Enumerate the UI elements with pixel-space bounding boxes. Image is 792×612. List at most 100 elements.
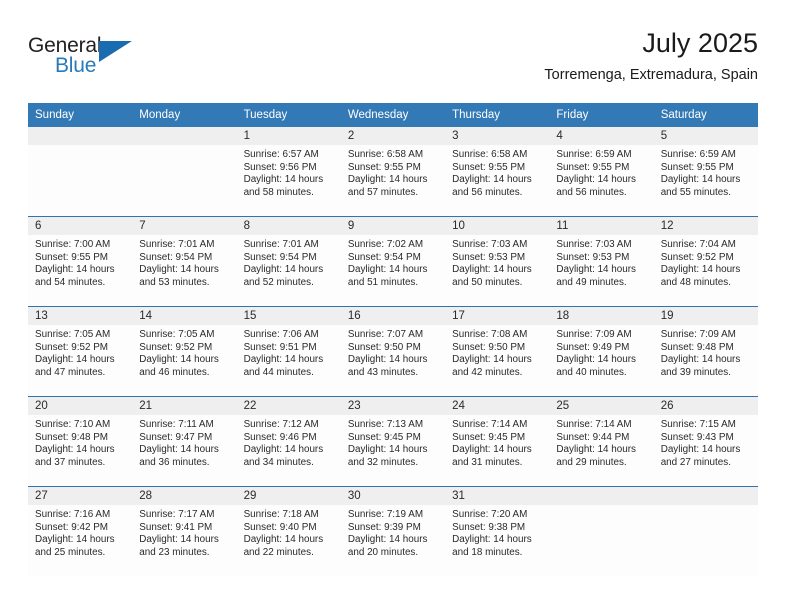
calendar-day-cell[interactable]: 11 Sunrise: 7:03 AM Sunset: 9:53 PM Dayligh… xyxy=(549,216,654,307)
day-number: 12 xyxy=(653,217,758,235)
sunset-text: Sunset: 9:55 PM xyxy=(660,161,734,173)
calendar-day-cell[interactable]: 24 Sunrise: 7:14 AM Sunset: 9:45 PM Dayligh… xyxy=(445,396,550,487)
daylight-text-line2: and 51 minutes. xyxy=(347,276,419,288)
sunrise-text: Sunrise: 7:03 AM xyxy=(556,239,632,250)
calendar-day-cell[interactable]: 22 Sunrise: 7:12 AM Sunset: 9:46 PM Dayligh… xyxy=(236,396,341,487)
day-details: Sunrise: 7:10 AM Sunset: 9:48 PM Daylight:… xyxy=(28,415,132,469)
calendar-day-cell[interactable]: 8 Sunrise: 7:01 AM Sunset: 9:54 PM Daylight… xyxy=(236,216,341,307)
calendar-day-cell[interactable]: 14 Sunrise: 7:05 AM Sunset: 9:52 PM Dayligh… xyxy=(132,306,237,397)
day-number: 29 xyxy=(236,487,341,505)
daylight-text-line2: and 49 minutes. xyxy=(556,276,627,288)
day-number: 27 xyxy=(28,487,133,505)
day-details: Sunrise: 7:05 AM Sunset: 9:52 PM Daylight:… xyxy=(132,325,236,379)
day-number: 6 xyxy=(28,217,133,235)
calendar-day-cell[interactable]: 31 Sunrise: 7:20 AM Sunset: 9:38 PM Dayligh… xyxy=(445,486,550,576)
sunrise-text: Sunrise: 7:14 AM xyxy=(452,419,528,430)
daylight-text-line1: Daylight: 14 hours xyxy=(660,174,741,186)
calendar-day-cell[interactable]: 4 Sunrise: 6:59 AM Sunset: 9:55 PM Daylight… xyxy=(549,127,654,217)
sunset-text: Sunset: 9:52 PM xyxy=(660,251,734,263)
sunset-text: Sunset: 9:52 PM xyxy=(139,341,213,353)
day-cell-inner: 1 Sunrise: 6:57 AM Sunset: 9:56 PM Daylight… xyxy=(236,127,341,216)
calendar-day-cell[interactable]: 9 Sunrise: 7:02 AM Sunset: 9:54 PM Daylight… xyxy=(340,216,446,307)
day-cell-inner: 9 Sunrise: 7:02 AM Sunset: 9:54 PM Daylight… xyxy=(340,217,446,306)
daylight-text-line1: Daylight: 14 hours xyxy=(452,174,532,186)
daylight-text-line2: and 47 minutes. xyxy=(35,366,106,378)
sunset-text: Sunset: 9:38 PM xyxy=(452,521,526,533)
sunrise-text: Sunrise: 7:18 AM xyxy=(243,509,319,520)
calendar-day-cell[interactable]: 26 Sunrise: 7:15 AM Sunset: 9:43 PM Dayligh… xyxy=(653,396,758,487)
daylight-text-line1: Daylight: 14 hours xyxy=(347,174,428,186)
calendar-day-cell[interactable]: 27 Sunrise: 7:16 AM Sunset: 9:42 PM Dayligh… xyxy=(28,486,133,576)
calendar-day-cell[interactable]: 16 Sunrise: 7:07 AM Sunset: 9:50 PM Dayligh… xyxy=(340,306,446,397)
calendar-day-cell[interactable]: 15 Sunrise: 7:06 AM Sunset: 9:51 PM Dayligh… xyxy=(236,306,341,397)
calendar-day-cell[interactable]: 21 Sunrise: 7:11 AM Sunset: 9:47 PM Dayligh… xyxy=(132,396,237,487)
calendar-day-cell[interactable]: 1 Sunrise: 6:57 AM Sunset: 9:56 PM Daylight… xyxy=(236,127,341,217)
logo-triangle-icon xyxy=(99,41,132,62)
daylight-text-line1: Daylight: 14 hours xyxy=(452,354,532,366)
general-blue-logo[interactable]: General Blue xyxy=(28,34,158,84)
weekday-header-tuesday: Tuesday xyxy=(236,103,341,127)
day-cell-inner: 11 Sunrise: 7:03 AM Sunset: 9:53 PM Dayligh… xyxy=(549,217,654,306)
calendar-day-cell[interactable]: 28 Sunrise: 7:17 AM Sunset: 9:41 PM Dayligh… xyxy=(132,486,237,576)
sunset-text: Sunset: 9:45 PM xyxy=(452,431,526,443)
calendar-day-cell[interactable]: 19 Sunrise: 7:09 AM Sunset: 9:48 PM Dayligh… xyxy=(653,306,758,397)
sunrise-text: Sunrise: 6:58 AM xyxy=(452,149,528,160)
calendar-day-cell[interactable]: 13 Sunrise: 7:05 AM Sunset: 9:52 PM Dayligh… xyxy=(28,306,133,397)
calendar-day-cell[interactable]: 5 Sunrise: 6:59 AM Sunset: 9:55 PM Daylight… xyxy=(653,127,758,217)
daylight-text-line2: and 50 minutes. xyxy=(452,276,523,288)
sunset-text: Sunset: 9:48 PM xyxy=(35,431,109,443)
calendar-day-cell[interactable]: 7 Sunrise: 7:01 AM Sunset: 9:54 PM Daylight… xyxy=(132,216,237,307)
sunrise-text: Sunrise: 7:05 AM xyxy=(139,329,215,340)
day-number: 14 xyxy=(132,307,237,325)
day-details: Sunrise: 7:20 AM Sunset: 9:38 PM Daylight:… xyxy=(445,505,549,559)
daylight-text-line1: Daylight: 14 hours xyxy=(35,444,115,456)
calendar-day-cell[interactable]: 20 Sunrise: 7:10 AM Sunset: 9:48 PM Dayligh… xyxy=(28,396,133,487)
day-number: 7 xyxy=(132,217,237,235)
day-details: Sunrise: 7:14 AM Sunset: 9:44 PM Daylight:… xyxy=(549,415,653,469)
day-number xyxy=(653,487,758,505)
weekday-header-saturday: Saturday xyxy=(653,103,758,127)
daylight-text-line1: Daylight: 14 hours xyxy=(243,534,324,546)
sunrise-text: Sunrise: 7:05 AM xyxy=(35,329,111,340)
sunset-text: Sunset: 9:49 PM xyxy=(556,341,630,353)
calendar-day-cell[interactable]: 25 Sunrise: 7:14 AM Sunset: 9:44 PM Dayligh… xyxy=(549,396,654,487)
calendar-day-cell[interactable]: 10 Sunrise: 7:03 AM Sunset: 9:53 PM Dayligh… xyxy=(445,216,550,307)
calendar-week-row: 1 Sunrise: 6:57 AM Sunset: 9:56 PM Daylight… xyxy=(28,127,758,217)
daylight-text-line1: Daylight: 14 hours xyxy=(556,174,636,186)
daylight-text-line2: and 42 minutes. xyxy=(452,366,523,378)
calendar-day-cell[interactable]: 23 Sunrise: 7:13 AM Sunset: 9:45 PM Dayligh… xyxy=(340,396,446,487)
daylight-text-line2: and 25 minutes. xyxy=(35,546,106,558)
calendar-day-cell[interactable]: 29 Sunrise: 7:18 AM Sunset: 9:40 PM Dayligh… xyxy=(236,486,341,576)
daylight-text-line1: Daylight: 14 hours xyxy=(556,264,636,276)
day-number: 21 xyxy=(132,397,237,415)
sunrise-text: Sunrise: 7:14 AM xyxy=(556,419,632,430)
sunset-text: Sunset: 9:56 PM xyxy=(243,161,317,173)
calendar-grid: Sunday Monday Tuesday Wednesday Thursday… xyxy=(28,103,758,576)
sunrise-text: Sunrise: 7:04 AM xyxy=(660,239,736,250)
calendar-day-cell[interactable]: 18 Sunrise: 7:09 AM Sunset: 9:49 PM Dayligh… xyxy=(549,306,654,397)
day-number: 25 xyxy=(549,397,654,415)
calendar-day-cell[interactable]: 2 Sunrise: 6:58 AM Sunset: 9:55 PM Daylight… xyxy=(340,127,446,217)
day-details xyxy=(28,145,132,149)
daylight-text-line1: Daylight: 14 hours xyxy=(452,444,532,456)
daylight-text-line2: and 23 minutes. xyxy=(139,546,210,558)
calendar-day-cell[interactable]: 6 Sunrise: 7:00 AM Sunset: 9:55 PM Daylight… xyxy=(28,216,133,307)
calendar-day-cell[interactable]: 12 Sunrise: 7:04 AM Sunset: 9:52 PM Dayligh… xyxy=(653,216,758,307)
daylight-text-line1: Daylight: 14 hours xyxy=(347,444,428,456)
calendar-day-cell[interactable]: 3 Sunrise: 6:58 AM Sunset: 9:55 PM Daylight… xyxy=(445,127,550,217)
day-number: 31 xyxy=(445,487,550,505)
calendar-day-cell[interactable]: 17 Sunrise: 7:08 AM Sunset: 9:50 PM Dayligh… xyxy=(445,306,550,397)
daylight-text-line2: and 39 minutes. xyxy=(660,366,731,378)
day-cell-inner: 15 Sunrise: 7:06 AM Sunset: 9:51 PM Dayligh… xyxy=(236,307,341,396)
calendar-day-cell[interactable]: 30 Sunrise: 7:19 AM Sunset: 9:39 PM Dayligh… xyxy=(340,486,446,576)
sunrise-text: Sunrise: 7:13 AM xyxy=(347,419,424,430)
daylight-text-line1: Daylight: 14 hours xyxy=(35,534,115,546)
sunrise-text: Sunrise: 7:01 AM xyxy=(243,239,319,250)
daylight-text-line1: Daylight: 14 hours xyxy=(139,444,219,456)
sunset-text: Sunset: 9:47 PM xyxy=(139,431,213,443)
day-details: Sunrise: 7:16 AM Sunset: 9:42 PM Daylight:… xyxy=(28,505,132,559)
sunset-text: Sunset: 9:53 PM xyxy=(452,251,526,263)
sunset-text: Sunset: 9:54 PM xyxy=(243,251,317,263)
day-cell-inner: 3 Sunrise: 6:58 AM Sunset: 9:55 PM Daylight… xyxy=(445,127,550,216)
daylight-text-line1: Daylight: 14 hours xyxy=(452,264,532,276)
